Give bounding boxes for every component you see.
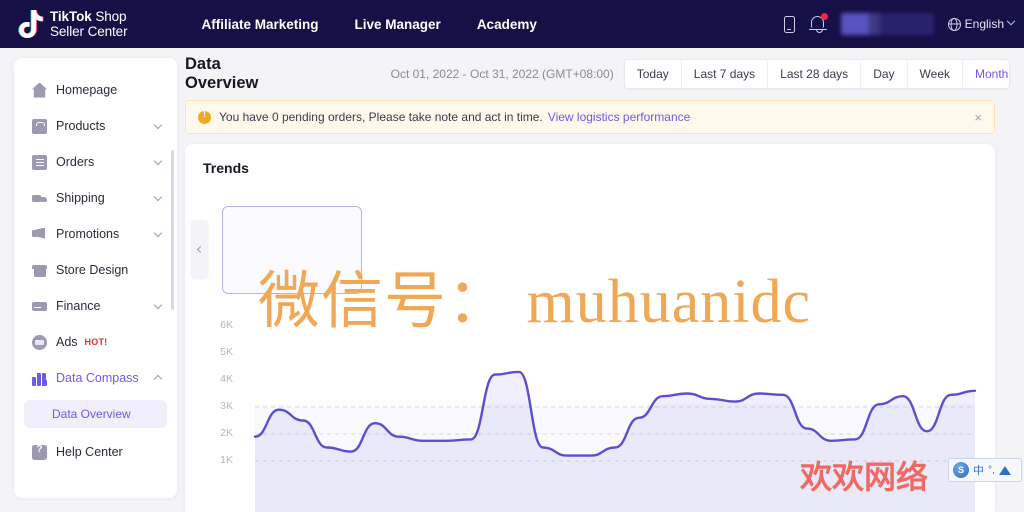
products-icon <box>32 118 47 134</box>
sidebar-item-ads[interactable]: Ads HOT! <box>24 328 167 356</box>
range-button-last-28-days[interactable]: Last 28 days <box>768 60 862 88</box>
nav-link-live-manager[interactable]: Live Manager <box>355 17 441 32</box>
nav-link-academy[interactable]: Academy <box>477 17 537 32</box>
chevron-down-icon <box>1006 16 1016 26</box>
globe-icon <box>947 17 961 31</box>
storefront-icon <box>32 263 47 278</box>
sidebar-item-help-center[interactable]: Help Center <box>24 438 167 466</box>
chevron-left-icon[interactable] <box>191 220 208 278</box>
page-header: Data Overview Oct 01, 2022 - Oct 31, 202… <box>185 52 1010 96</box>
range-button-last-7-days[interactable]: Last 7 days <box>682 60 769 88</box>
app-root: TikTok Shop Seller Center Affiliate Mark… <box>0 0 1024 512</box>
sidebar-item-promotions[interactable]: Promotions <box>24 220 167 248</box>
sidebar-item-products[interactable]: Products <box>24 112 167 140</box>
ime-triangle-icon[interactable] <box>998 465 1011 475</box>
trends-line-chart <box>253 370 977 512</box>
finance-card-icon <box>32 299 47 314</box>
metric-card-selected[interactable] <box>222 206 362 294</box>
sidebar-item-label: Store Design <box>56 263 129 277</box>
range-button-week[interactable]: Week <box>908 60 963 88</box>
chart-y-tick-label: 1K <box>220 454 233 466</box>
nav-link-affiliate-marketing[interactable]: Affiliate Marketing <box>202 17 319 32</box>
sogou-ime-icon[interactable]: S 中 °, <box>948 458 1022 482</box>
top-navigation-bar: TikTok Shop Seller Center Affiliate Mark… <box>0 0 1024 48</box>
close-icon[interactable]: × <box>974 111 982 124</box>
sidebar-scrollbar[interactable] <box>171 150 174 310</box>
chevron-down-icon <box>153 300 163 310</box>
page-title: Data Overview <box>185 55 259 92</box>
sidebar-item-label: Data Compass <box>56 371 139 385</box>
trends-card: Trends 6K 5K 4K 3K 2K 1K <box>185 144 995 512</box>
sidebar-item-label: Ads <box>56 335 78 349</box>
date-range-label: Oct 01, 2022 - Oct 31, 2022 (GMT+08:00) <box>390 67 614 81</box>
sidebar-item-label: Orders <box>56 155 95 169</box>
brand-logo[interactable]: TikTok Shop Seller Center <box>18 9 128 39</box>
sidebar-item-label: Finance <box>56 299 101 313</box>
chart-y-tick-label: 3K <box>220 400 233 412</box>
warning-icon <box>198 109 211 124</box>
alert-text: You have 0 pending orders, Please take n… <box>219 110 543 124</box>
top-nav-right-group: English <box>783 0 1016 48</box>
sidebar-item-label: Products <box>56 119 106 133</box>
chevron-down-icon <box>153 192 163 202</box>
user-account-avatar[interactable] <box>840 13 934 35</box>
language-selector[interactable]: English <box>947 16 1016 31</box>
chevron-down-icon <box>153 228 163 238</box>
main-content: Data Overview Oct 01, 2022 - Oct 31, 202… <box>185 52 1010 512</box>
sidebar: Homepage Products Orders Shipping Promot… <box>14 58 177 498</box>
sidebar-item-finance[interactable]: Finance <box>24 292 167 320</box>
chart-y-tick-label: 5K <box>220 346 233 358</box>
sidebar-item-data-compass[interactable]: Data Compass <box>24 364 167 392</box>
pending-orders-alert: You have 0 pending orders, Please take n… <box>185 100 995 134</box>
ime-mode[interactable]: 中 <box>973 462 984 478</box>
trends-chart: 6K 5K 4K 3K 2K 1K <box>185 312 995 512</box>
ime-logo: S <box>953 462 969 478</box>
range-button-today[interactable]: Today <box>625 60 682 88</box>
brand-line1-bold: TikTok <box>50 8 92 24</box>
notification-bell-icon[interactable] <box>808 13 828 34</box>
ads-icon <box>32 334 47 350</box>
chart-y-tick-label: 2K <box>220 427 233 439</box>
sidebar-item-label: Homepage <box>56 83 118 97</box>
card-title: Trends <box>203 160 249 176</box>
range-button-month[interactable]: Month <box>963 60 1009 88</box>
brand-line2: Seller Center <box>50 24 128 39</box>
ime-dot: °, <box>988 464 995 476</box>
sidebar-subitem-label: Data Overview <box>52 407 131 421</box>
date-range-segmented-control: Today Last 7 days Last 28 days Day Week … <box>623 59 1010 89</box>
tiktok-note-icon <box>18 10 44 38</box>
sidebar-item-store-design[interactable]: Store Design <box>24 256 167 284</box>
sidebar-subitem-data-overview[interactable]: Data Overview <box>24 400 167 428</box>
chart-y-tick-label: 4K <box>220 373 233 385</box>
chart-y-tick-label: 6K <box>220 319 233 331</box>
hot-badge: HOT! <box>84 337 108 347</box>
brand-line1-light: Shop <box>91 8 127 24</box>
help-question-icon <box>32 444 47 460</box>
orders-icon <box>32 154 47 170</box>
mobile-icon[interactable] <box>783 15 795 33</box>
chart-y-axis-labels: 6K 5K 4K 3K 2K 1K <box>203 312 233 512</box>
sidebar-item-label: Help Center <box>56 445 123 459</box>
chevron-down-icon <box>153 156 163 166</box>
sidebar-item-shipping[interactable]: Shipping <box>24 184 167 212</box>
home-icon <box>32 82 47 98</box>
sidebar-item-homepage[interactable]: Homepage <box>24 76 167 104</box>
shipping-truck-icon <box>32 191 47 206</box>
notification-badge-dot <box>820 13 828 20</box>
chevron-down-icon <box>153 120 163 130</box>
sidebar-item-orders[interactable]: Orders <box>24 148 167 176</box>
top-nav-links: Affiliate Marketing Live Manager Academy <box>202 17 537 32</box>
sidebar-item-label: Promotions <box>56 227 120 241</box>
sidebar-item-label: Shipping <box>56 191 105 205</box>
megaphone-icon <box>32 227 47 242</box>
range-button-day[interactable]: Day <box>861 60 908 88</box>
chevron-up-icon <box>153 374 163 384</box>
bar-chart-icon <box>32 371 47 386</box>
view-logistics-performance-link[interactable]: View logistics performance <box>548 110 691 124</box>
brand-text: TikTok Shop Seller Center <box>50 9 128 39</box>
language-label: English <box>964 17 1004 31</box>
